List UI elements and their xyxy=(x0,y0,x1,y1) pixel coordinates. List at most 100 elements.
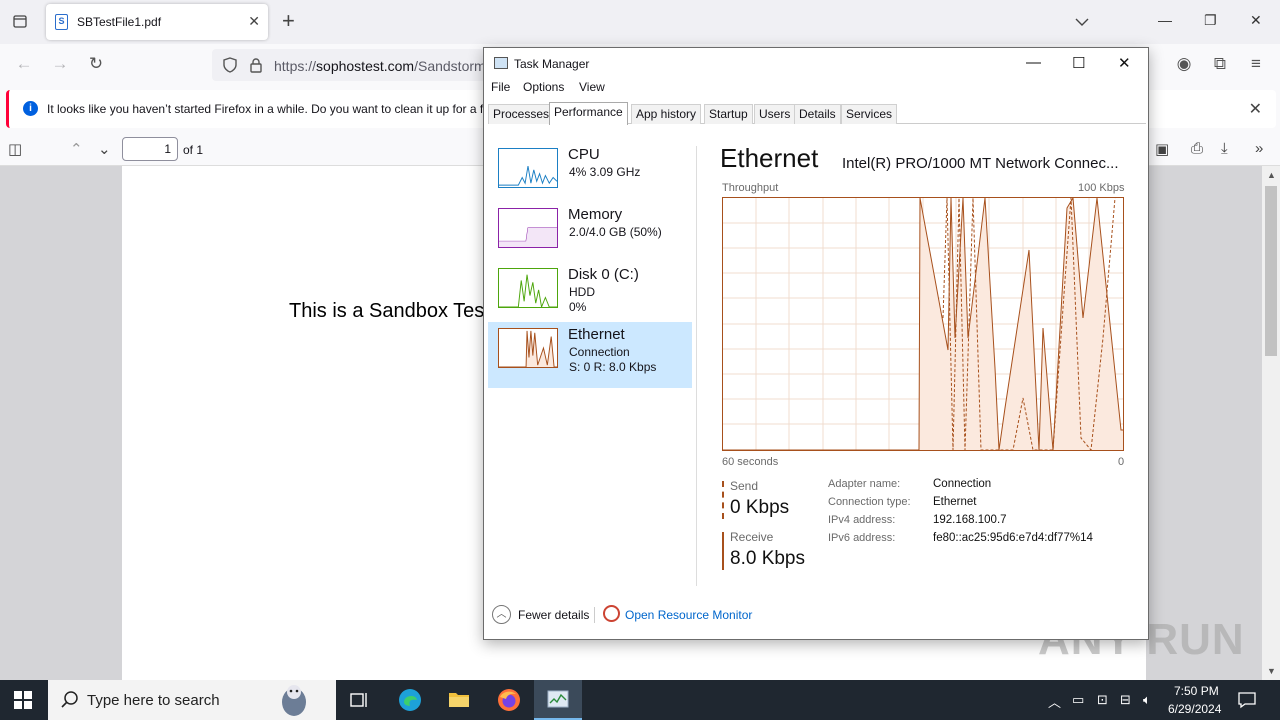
prop-key: IPv4 address: xyxy=(828,514,896,526)
resource-detail: 4% 3.09 GHz xyxy=(569,165,641,179)
cpu-thumbnail-graph xyxy=(498,148,558,188)
task-view-button[interactable] xyxy=(336,680,384,720)
search-highlight-icon xyxy=(282,685,306,716)
taskbar-firefox[interactable] xyxy=(485,680,533,720)
detail-title: Ethernet xyxy=(720,143,819,173)
new-tab-icon[interactable]: + xyxy=(282,8,295,34)
resource-disk[interactable]: Disk 0 (C:) HDD 0% xyxy=(488,262,692,328)
save-icon[interactable]: ⤓ xyxy=(1221,140,1228,157)
account-icon[interactable]: ◉ xyxy=(1174,54,1194,74)
open-resource-monitor-link[interactable]: Open Resource Monitor xyxy=(625,608,752,622)
show-hidden-icons-icon[interactable]: ︿ xyxy=(1048,692,1061,711)
tray-device-icon[interactable]: ⊡ xyxy=(1097,692,1108,708)
minimize-icon[interactable]: — xyxy=(1026,54,1041,71)
url-bar[interactable]: https://sophostest.com/Sandstorm xyxy=(212,49,512,81)
close-notification-icon[interactable]: ✕ xyxy=(1249,99,1262,119)
close-icon[interactable]: ✕ xyxy=(1118,54,1131,72)
notifications-icon[interactable] xyxy=(1238,691,1256,709)
pdf-text: This is a Sandbox Tes xyxy=(289,300,485,322)
tab-strip: Processes Performance App history Startu… xyxy=(488,102,1146,125)
page-number-input[interactable]: 1 xyxy=(122,137,178,161)
task-view-icon xyxy=(350,693,367,707)
tab-performance[interactable]: Performance xyxy=(549,102,628,125)
info-icon: i xyxy=(23,101,38,116)
extensions-icon[interactable]: ⧉ xyxy=(1210,54,1230,74)
resource-cpu[interactable]: CPU 4% 3.09 GHz xyxy=(488,142,692,208)
menu-options[interactable]: Options xyxy=(523,80,564,94)
volume-icon[interactable]: 🔈︎ xyxy=(1143,692,1151,708)
print-icon[interactable]: ⎙ xyxy=(1191,140,1203,157)
close-window-icon[interactable]: ✕ xyxy=(1250,12,1262,29)
resource-monitor-icon[interactable] xyxy=(603,605,620,622)
scroll-down-icon[interactable]: ▼ xyxy=(1267,666,1276,676)
taskbar-task-manager[interactable] xyxy=(534,680,582,720)
prop-value: 192.168.100.7 xyxy=(933,514,1007,526)
tab-startup[interactable]: Startup xyxy=(704,104,753,124)
reload-icon[interactable]: ↻ xyxy=(86,54,106,74)
chevron-up-icon[interactable]: ︿ xyxy=(492,605,511,624)
taskbar-file-explorer[interactable] xyxy=(435,680,483,720)
zero-label: 0 xyxy=(1118,456,1125,468)
memory-thumbnail-graph xyxy=(498,208,558,248)
menu-view[interactable]: View xyxy=(579,80,605,94)
list-all-tabs-icon[interactable] xyxy=(12,13,28,29)
more-tools-icon[interactable]: » xyxy=(1255,140,1263,157)
url-text: https://sophostest.com/Sandstorm xyxy=(274,58,486,74)
receive-label: Receive xyxy=(730,530,774,544)
resource-name: Memory xyxy=(568,206,623,223)
taskbar-edge[interactable] xyxy=(386,680,434,720)
taskbar-search[interactable]: Type here to search xyxy=(48,680,336,720)
clock-date[interactable]: 6/29/2024 xyxy=(1168,702,1221,716)
resource-detail: 2.0/4.0 GB (50%) xyxy=(569,225,662,239)
close-tab-icon[interactable]: ✕ xyxy=(248,13,260,30)
menu-file[interactable]: File xyxy=(491,80,510,94)
send-label: Send xyxy=(730,479,759,493)
adapter-name: Intel(R) PRO/1000 MT Network Connec... xyxy=(842,155,1119,172)
throughput-label: Throughput xyxy=(722,182,779,194)
tab-users[interactable]: Users xyxy=(754,104,796,124)
minimize-icon[interactable]: — xyxy=(1158,12,1172,28)
tab-app-history[interactable]: App history xyxy=(631,104,702,124)
prop-value: Ethernet xyxy=(933,496,977,508)
panel-divider xyxy=(696,146,697,586)
fewer-details-button[interactable]: Fewer details xyxy=(518,608,589,622)
network-icon[interactable]: ⊟ xyxy=(1120,692,1131,708)
tray-app-icon[interactable]: ▭ xyxy=(1072,692,1084,708)
back-icon[interactable]: ← xyxy=(14,54,34,74)
scroll-up-icon[interactable]: ▲ xyxy=(1267,170,1276,180)
window-title: Task Manager xyxy=(514,57,590,71)
task-manager-titlebar[interactable]: Task Manager — ☐ ✕ xyxy=(484,48,1148,78)
tracking-shield-icon[interactable] xyxy=(222,57,238,73)
maximize-icon[interactable]: ☐ xyxy=(1072,54,1085,72)
tab-processes[interactable]: Processes xyxy=(488,104,555,124)
ethernet-thumbnail-graph xyxy=(498,328,558,368)
forward-icon[interactable]: → xyxy=(50,54,70,74)
restore-icon[interactable]: ❐ xyxy=(1204,12,1217,29)
footer-separator xyxy=(594,607,595,623)
menu-icon[interactable]: ≡ xyxy=(1246,54,1266,74)
resource-memory[interactable]: Memory 2.0/4.0 GB (50%) xyxy=(488,202,692,268)
taskbar: Type here to search ︿ ▭ ⊡ ⊟ 🔈︎ 7:50 PM 6… xyxy=(0,680,1280,720)
prop-value: Connection xyxy=(933,478,992,490)
next-page-icon[interactable]: ⌄ xyxy=(98,140,111,158)
image-icon[interactable]: ▣ xyxy=(1155,140,1169,158)
chevron-down-icon[interactable] xyxy=(1074,14,1090,30)
browser-tab[interactable]: S SBTestFile1.pdf ✕ xyxy=(46,4,268,40)
tab-details[interactable]: Details xyxy=(794,104,841,124)
clock-time[interactable]: 7:50 PM xyxy=(1174,684,1219,698)
sidebar-toggle-icon[interactable]: ◫ xyxy=(8,140,22,158)
windows-start-icon[interactable] xyxy=(14,691,32,709)
previous-page-icon[interactable]: ⌃ xyxy=(70,140,83,158)
folder-icon xyxy=(449,693,469,707)
time-span-label: 60 seconds xyxy=(722,456,779,468)
tab-services[interactable]: Services xyxy=(841,104,898,124)
scroll-thumb[interactable] xyxy=(1265,186,1277,356)
disk-thumbnail-graph xyxy=(498,268,558,308)
vertical-scrollbar[interactable]: ▲ ▼ xyxy=(1262,166,1280,680)
prop-value: fe80::ac25:95d6:e7d4:df77%14 xyxy=(933,532,1093,544)
resource-ethernet[interactable]: Ethernet Connection S: 0 R: 8.0 Kbps xyxy=(488,322,692,388)
firefox-icon xyxy=(498,689,520,711)
lock-icon[interactable] xyxy=(249,57,263,73)
task-manager-window: Task Manager — ☐ ✕ File Options View Pro… xyxy=(483,47,1149,640)
browser-tab-bar: S SBTestFile1.pdf ✕ + — ❐ ✕ xyxy=(0,0,1280,44)
